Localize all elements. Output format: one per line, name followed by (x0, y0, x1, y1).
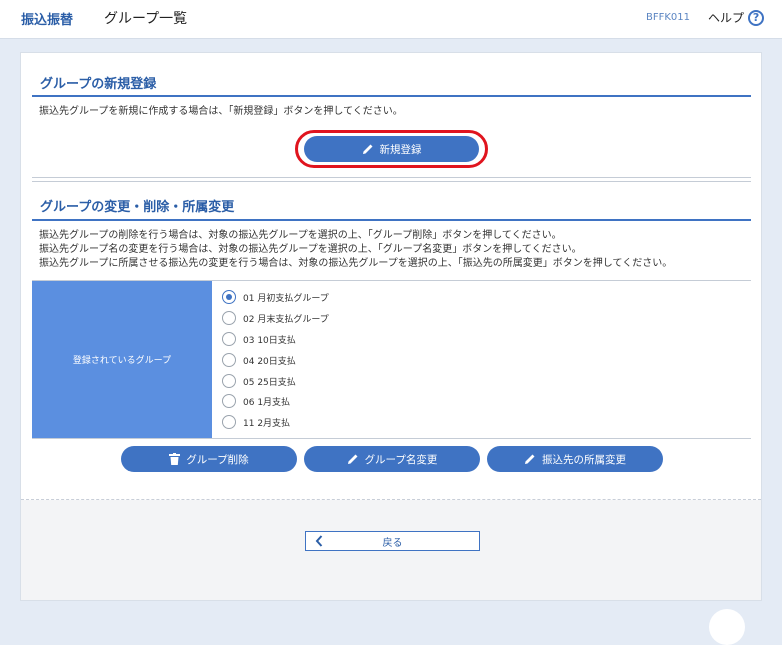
scroll-top-button[interactable] (709, 609, 745, 645)
pencil-icon (347, 453, 359, 465)
delete-group-button[interactable]: グループ削除 (121, 446, 297, 472)
group-option-label: 11 2月支払 (243, 418, 291, 429)
rename-group-button[interactable]: グループ名変更 (304, 446, 480, 472)
group-option-label: 04 20日支払 (243, 356, 296, 367)
radio-button[interactable] (222, 415, 236, 429)
radio-button[interactable] (222, 332, 236, 346)
group-radio-option[interactable]: 01 月初支払グループ (222, 288, 329, 306)
help-label: ヘルプ (708, 11, 745, 25)
group-radio-option[interactable]: 11 2月支払 (222, 413, 290, 431)
radio-button[interactable] (222, 374, 236, 388)
change-membership-button[interactable]: 振込先の所属変更 (487, 446, 663, 472)
group-radio-option[interactable]: 06 1月支払 (222, 392, 290, 410)
highlight-annotation (295, 130, 488, 168)
rename-group-button-label: グループ名変更 (364, 453, 438, 466)
section-divider (32, 95, 751, 97)
new-registration-description: 振込先グループを新規に作成する場合は、「新規登録」ボタンを押してください。 (39, 106, 403, 117)
page-title: グループ一覧 (104, 11, 188, 27)
delete-group-button-label: グループ削除 (186, 453, 249, 466)
change-membership-button-label: 振込先の所属変更 (542, 453, 626, 466)
trash-icon (169, 453, 181, 465)
edit-description-1: 振込先グループの削除を行う場合は、対象の振込先グループを選択の上、「グループ削除… (39, 230, 562, 241)
new-registration-title: グループの新規登録 (40, 77, 157, 92)
group-radio-option[interactable]: 02 月末支払グループ (222, 309, 329, 327)
edit-description-2: 振込先グループ名の変更を行う場合は、対象の振込先グループを選択の上、「グループ名… (39, 244, 582, 255)
group-option-label: 03 10日支払 (243, 335, 296, 346)
group-table-header: 登録されているグループ (32, 281, 212, 438)
edit-description-3: 振込先グループに所属させる振込先の変更を行う場合は、対象の振込先グループを選択の… (39, 258, 673, 269)
screen-id: BFFK011 (646, 12, 691, 23)
group-option-label: 06 1月支払 (243, 397, 291, 408)
group-radio-option[interactable]: 05 25日支払 (222, 372, 296, 390)
group-option-label: 05 25日支払 (243, 377, 296, 388)
help-link[interactable]: ヘルプ ? (708, 9, 765, 26)
top-bar: 振込振替 グループ一覧 BFFK011 ヘルプ ? (0, 0, 782, 39)
brand-label[interactable]: 振込振替 (21, 9, 73, 28)
back-button[interactable]: 戻る (305, 531, 480, 551)
main-panel: グループの新規登録 振込先グループを新規に作成する場合は、「新規登録」ボタンを押… (20, 52, 762, 601)
pencil-icon (524, 453, 536, 465)
chevron-left-icon (314, 534, 324, 551)
edit-section-title: グループの変更・削除・所属変更 (40, 200, 235, 215)
group-table: 登録されているグループ 01 月初支払グループ 02 月末支払グループ 03 1… (32, 280, 751, 439)
radio-button[interactable] (222, 353, 236, 367)
radio-button[interactable] (222, 394, 236, 408)
back-button-label: 戻る (382, 537, 403, 549)
radio-button[interactable] (222, 311, 236, 325)
double-separator (32, 177, 751, 182)
group-option-label: 02 月末支払グループ (243, 314, 329, 325)
group-radio-option[interactable]: 03 10日支払 (222, 330, 296, 348)
radio-button-checked[interactable] (222, 290, 236, 304)
section-divider (32, 219, 751, 221)
help-icon[interactable]: ? (748, 9, 765, 26)
group-radio-option[interactable]: 04 20日支払 (222, 351, 296, 369)
group-option-label: 01 月初支払グループ (243, 293, 329, 304)
